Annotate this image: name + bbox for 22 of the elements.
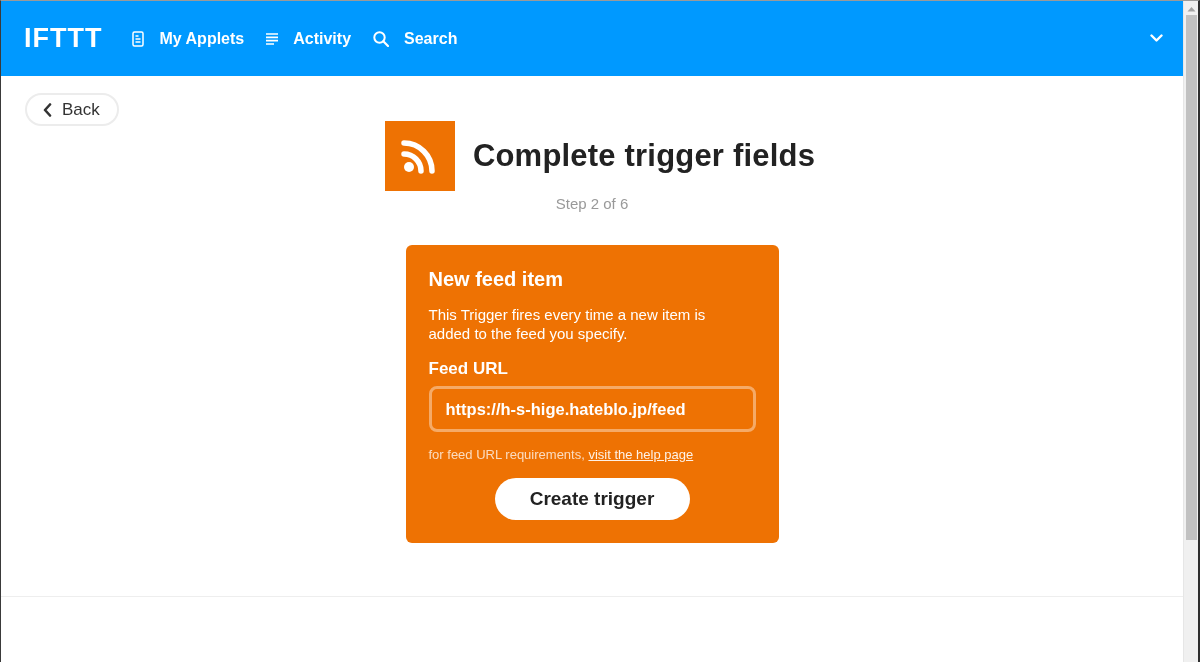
nav-link[interactable]: My Applets <box>132 26 245 51</box>
chevron-left-icon <box>43 102 52 117</box>
scrollbar-thumb[interactable] <box>1185 15 1197 540</box>
list-icon <box>266 32 279 45</box>
step-indicator: Step 2 of 6 <box>555 194 629 214</box>
field-label: Feed URL <box>428 358 509 380</box>
help-text: for feed URL requirements, visit the help page <box>428 446 695 463</box>
search-icon <box>373 30 390 47</box>
create-trigger-button[interactable]: Create trigger <box>494 478 690 520</box>
scrollbar[interactable] <box>1183 1 1198 662</box>
page-title: Complete trigger fields <box>472 137 816 175</box>
trigger-description: This Trigger fires every time a new item is added to the feed you specify. <box>428 305 707 343</box>
scroll-up-arrow-icon[interactable] <box>1186 6 1196 12</box>
chevron-down-icon[interactable] <box>1150 34 1163 43</box>
document-icon <box>132 30 145 47</box>
logo-text[interactable]: IFTTT <box>24 25 103 52</box>
rss-feed-icon <box>384 121 455 191</box>
nav-link[interactable]: Search <box>373 26 458 51</box>
trigger-title: New feed item <box>428 267 564 291</box>
back-button[interactable]: Back <box>25 93 119 126</box>
nav-link[interactable]: Activity <box>266 26 352 51</box>
help-link[interactable]: visit the help page <box>588 447 694 462</box>
